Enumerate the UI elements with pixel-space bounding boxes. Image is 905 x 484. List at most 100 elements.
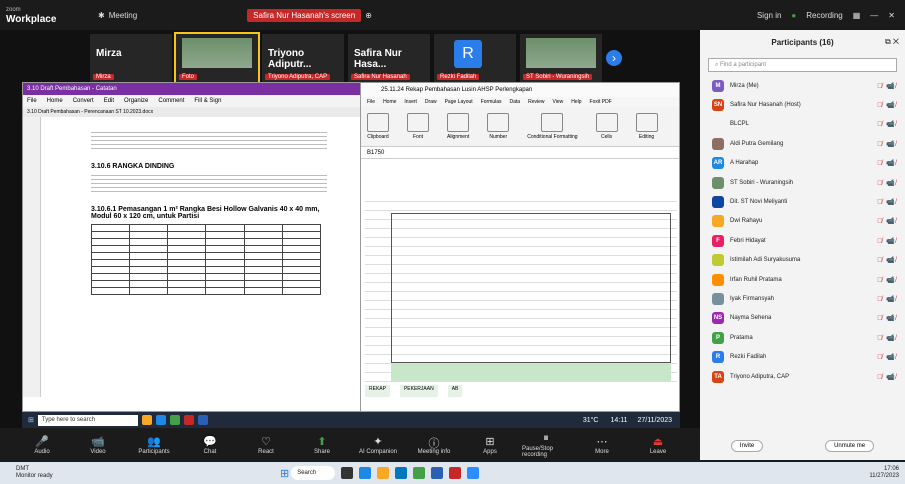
pdf-menu-item[interactable]: Comment	[158, 98, 184, 104]
ribbon-group[interactable]: Number	[487, 113, 510, 140]
pdf-menu-item[interactable]: File	[27, 98, 37, 104]
sign-in-link[interactable]: Sign in	[757, 11, 781, 20]
ribbon-group[interactable]: Editing	[635, 113, 658, 140]
control-chat[interactable]: 💬 Chat	[186, 435, 234, 455]
control-audio[interactable]: 🎤 Audio	[18, 435, 66, 455]
video-tile[interactable]: Safira Nur Hasa... Safira Nur Hasanah	[348, 34, 430, 82]
participant-row[interactable]: Aldi Putra Gemilang 🎙̸ 📹̸	[700, 134, 905, 153]
user-widget[interactable]: DMT Monitor ready	[0, 466, 70, 480]
pdf-menu-item[interactable]: Organize	[124, 98, 148, 104]
ribbon-button[interactable]	[541, 113, 564, 132]
video-tile[interactable]: Triyono Adiputr... Triyono Adiputra, CAP	[262, 34, 344, 82]
pdf-menu-item[interactable]: Convert	[73, 98, 94, 104]
ribbon-button[interactable]	[407, 113, 429, 132]
excel-menu-item[interactable]: Formulas	[481, 99, 502, 105]
edge-icon[interactable]	[395, 467, 408, 479]
excel-menu-item[interactable]: Data	[510, 99, 521, 105]
app-icon-excel[interactable]	[169, 415, 180, 425]
participant-row[interactable]: F Febri Hidayat 🎙̸ 📹̸	[700, 231, 905, 250]
task-view-icon[interactable]	[341, 467, 354, 479]
meeting-indicator[interactable]: ✱ Meeting	[98, 11, 137, 20]
excel-menu-item[interactable]: Review	[528, 99, 544, 105]
pdf-menu-item[interactable]: Fill & Sign	[194, 98, 221, 104]
excel-menu-item[interactable]: Foxit PDF	[590, 99, 612, 105]
video-tile[interactable]: ST Sobiri - Wuraningsih	[520, 34, 602, 82]
ribbon-group[interactable]: Cells	[595, 113, 618, 140]
invite-button[interactable]: Invite	[730, 440, 764, 452]
video-tile[interactable]: R Rezki Fadilah	[434, 34, 516, 82]
teams-icon[interactable]	[359, 467, 372, 479]
participant-row[interactable]: Dit. ST Novi Meliyanti 🎙̸ 📹̸	[700, 192, 905, 211]
zoom-icon[interactable]	[467, 467, 480, 479]
participant-row[interactable]: AR A Harahap 🎙̸ 📹̸	[700, 154, 905, 173]
participant-row[interactable]: M Mirza (Me) 🎙̸ 📹̸	[700, 76, 905, 95]
app-icon-pdf[interactable]	[183, 415, 194, 425]
view-icon[interactable]: ▦	[853, 11, 861, 20]
pdf-menu-item[interactable]: Home	[47, 98, 63, 104]
excel-menu-item[interactable]: Insert	[404, 99, 417, 105]
control-leave[interactable]: ⏏ Leave	[634, 435, 682, 455]
participant-row[interactable]: P Pratama 🎙̸ 📹̸	[700, 328, 905, 347]
acrobat-icon[interactable]	[449, 467, 462, 479]
windows-start-icon[interactable]: ⊞	[280, 467, 289, 480]
control-participants[interactable]: 👥 Participants	[130, 435, 178, 455]
excel-menu-item[interactable]: Draw	[425, 99, 437, 105]
participant-row[interactable]: TA Triyono Adiputra, CAP 🎙̸ 📹̸	[700, 367, 905, 386]
video-tile[interactable]: Mirza Mirza	[90, 34, 172, 82]
minimize-icon[interactable]: —	[870, 11, 878, 20]
sheet-tab[interactable]: PEKERJAAN	[399, 385, 438, 397]
ribbon-group[interactable]: Clipboard	[367, 113, 389, 140]
popout-close-icons[interactable]: ⧉ ✕	[885, 37, 899, 47]
video-tile[interactable]: Foto	[174, 32, 260, 84]
control-pause-stop-recording[interactable]: ⏸ Pause/Stop recording	[522, 432, 570, 458]
excel-menu-item[interactable]: Home	[383, 99, 396, 105]
control-video[interactable]: 📹 Video	[74, 435, 122, 455]
control-meeting-info[interactable]: ⓘ Meeting info	[410, 435, 458, 455]
participant-row[interactable]: BLCPL 🎙̸ 📹̸	[700, 115, 905, 134]
sheet-tab[interactable]: REKAP	[365, 385, 390, 397]
name-box[interactable]: B1750	[367, 150, 384, 156]
ribbon-button[interactable]	[635, 113, 658, 132]
participant-row[interactable]: Iyak Firmansyah 🎙̸ 📹̸	[700, 289, 905, 308]
next-page-arrow-icon[interactable]: ›	[606, 50, 622, 66]
file-explorer-icon[interactable]	[377, 467, 390, 479]
control-more[interactable]: ⋯ More	[578, 435, 626, 455]
participant-row[interactable]: ST Sobiri - Wuraningsih 🎙̸ 📹̸	[700, 173, 905, 192]
excel-menu-item[interactable]: View	[553, 99, 564, 105]
excel-menu-item[interactable]: File	[367, 99, 375, 105]
ribbon-group[interactable]: Font	[407, 113, 429, 140]
ribbon-button[interactable]	[367, 113, 389, 132]
sheet-tab[interactable]: AB	[447, 385, 463, 397]
word-icon[interactable]	[431, 467, 444, 479]
unmute-me-button[interactable]: Unmute me	[825, 440, 875, 452]
screen-share-indicator[interactable]: Safira Nur Hasanah's screen ⊕	[247, 8, 372, 22]
participant-search-input[interactable]: ⌕ Find a participant	[708, 58, 897, 72]
excel-menu-item[interactable]: Help	[571, 99, 581, 105]
app-icon-edge[interactable]	[155, 415, 166, 425]
ribbon-button[interactable]	[487, 113, 510, 132]
app-icon-explorer[interactable]	[141, 415, 152, 425]
clock[interactable]: 17:06 11/27/2023	[869, 466, 899, 480]
participant-row[interactable]: R Rezki Fadilah 🎙̸ 📹̸	[700, 347, 905, 366]
recording-label[interactable]: Recording	[806, 11, 842, 20]
participant-row[interactable]: SN Safira Nur Hasanah (Host) 🎙̸ 📹̸	[700, 95, 905, 114]
control-apps[interactable]: ⊞ Apps	[466, 435, 514, 455]
windows-search-box[interactable]: Search	[291, 466, 336, 480]
ribbon-button[interactable]	[595, 113, 618, 132]
ribbon-group[interactable]: Conditional Formatting	[527, 113, 578, 140]
app-icon-word[interactable]	[197, 415, 208, 425]
ribbon-button[interactable]	[447, 113, 470, 132]
formula-bar[interactable]: B1750	[361, 147, 679, 159]
pdf-menu-item[interactable]: Edit	[104, 98, 114, 104]
control-react[interactable]: ♡ React	[242, 435, 290, 455]
shared-search-box[interactable]: Type here to search	[37, 414, 138, 426]
ribbon-group[interactable]: Alignment	[447, 113, 469, 140]
pdf-document-tab[interactable]: 3.10 Draft Pembahasan - Perencanaan ST 1…	[23, 107, 361, 117]
close-icon[interactable]: ✕	[888, 11, 895, 20]
excel-icon[interactable]	[413, 467, 426, 479]
participant-row[interactable]: Irfan Ruhil Pratama 🎙̸ 📹̸	[700, 270, 905, 289]
control-share[interactable]: ⬆ Share	[298, 435, 346, 455]
participant-row[interactable]: NS Nayma Sehena 🎙̸ 📹̸	[700, 309, 905, 328]
control-ai-companion[interactable]: ✦ AI Companion	[354, 435, 402, 455]
excel-menu-item[interactable]: Page Layout	[445, 99, 473, 105]
